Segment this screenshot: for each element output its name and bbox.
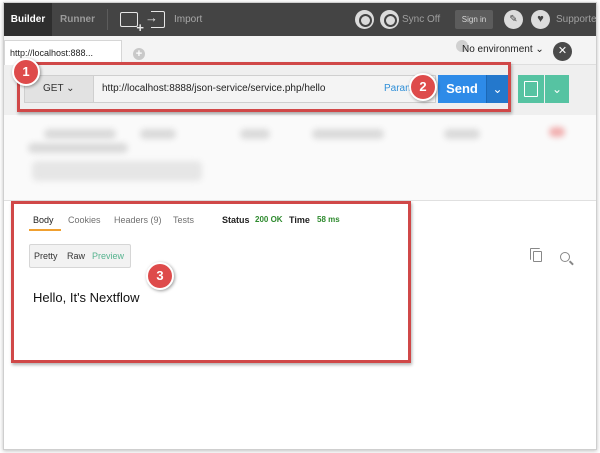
environment-quick-look-icon[interactable]: ✕ (553, 42, 572, 61)
import-icon[interactable] (145, 10, 165, 28)
builder-tab[interactable]: Builder (4, 3, 52, 36)
blurred-field (32, 161, 202, 181)
settings-wrench-icon[interactable]: ✎ (504, 10, 523, 29)
sync-status[interactable]: Sync Off (402, 3, 440, 36)
sign-in-button[interactable]: Sign in (455, 10, 493, 29)
new-window-icon[interactable] (120, 12, 144, 35)
sync-icon[interactable] (380, 10, 399, 29)
highlight-box-response (11, 201, 411, 363)
tab-bar: http://localhost:888... + No environment… (4, 36, 596, 65)
save-options-chevron-icon[interactable]: ⌄ (545, 75, 569, 103)
interceptor-icon[interactable] (355, 10, 374, 29)
environment-select[interactable]: No environment ⌄ (462, 44, 544, 55)
import-button[interactable]: Import (174, 3, 202, 36)
annotation-badge-3: 3 (146, 262, 174, 290)
environment-select-value: No environment (462, 44, 533, 55)
heart-icon[interactable]: ♥ (531, 10, 550, 29)
blurred-text (240, 129, 270, 139)
runner-tab[interactable]: Runner (60, 3, 95, 36)
chevron-down-icon: ⌄ (535, 44, 544, 55)
blurred-request-options (4, 115, 596, 201)
annotation-badge-1: 1 (12, 58, 40, 86)
annotation-badge-2: 2 (409, 73, 437, 101)
supporters-link[interactable]: Supporters (556, 3, 596, 36)
blurred-text (549, 127, 565, 137)
top-toolbar: Builder Runner Import Sync Off Sign in ✎… (4, 3, 596, 36)
blurred-text (140, 129, 176, 139)
blurred-text (312, 129, 384, 139)
blurred-text (28, 143, 128, 153)
toolbar-divider (107, 9, 108, 30)
blurred-text (44, 129, 116, 139)
add-tab-icon[interactable]: + (133, 48, 145, 60)
blurred-text (444, 129, 480, 139)
copy-icon[interactable] (530, 248, 542, 262)
search-icon[interactable] (560, 252, 570, 262)
save-icon[interactable] (518, 75, 544, 103)
